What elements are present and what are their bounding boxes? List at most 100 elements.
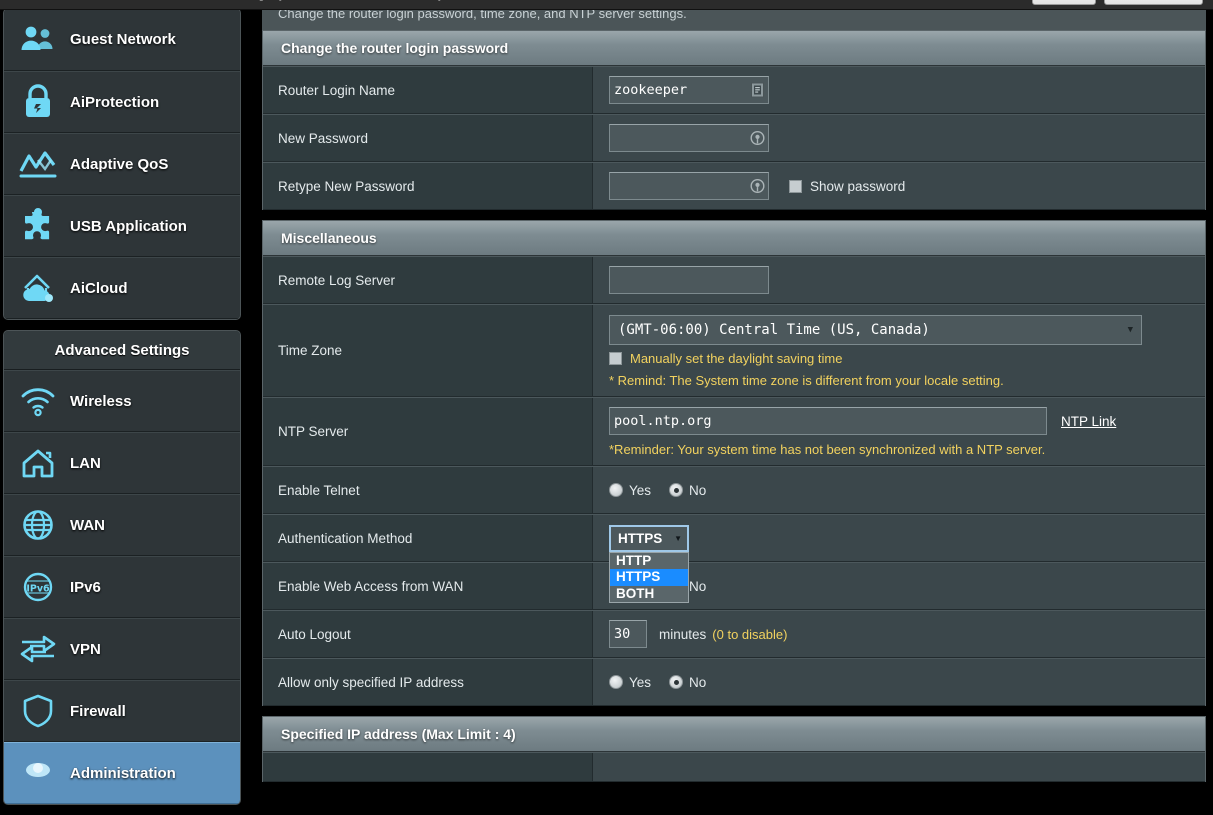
puzzle-piece-icon bbox=[16, 204, 60, 248]
specified-ip-panel: Specified IP address (Max Limit : 4) bbox=[262, 716, 1206, 782]
allow-ip-yes-label[interactable]: Yes bbox=[629, 675, 651, 690]
sidebar-item-aiprotection[interactable]: AiProtection bbox=[4, 71, 240, 133]
auto-logout-input[interactable] bbox=[609, 620, 647, 648]
globe-icon bbox=[16, 503, 60, 547]
sidebar: Guest Network AiProtection Adaptive QoS … bbox=[3, 8, 241, 815]
retype-password-label: Retype New Password bbox=[263, 163, 593, 209]
sidebar-item-wireless[interactable]: Wireless bbox=[4, 370, 240, 432]
sidebar-item-ipv6[interactable]: IPv6 IPv6 bbox=[4, 556, 240, 618]
sidebar-item-adaptive-qos[interactable]: Adaptive QoS bbox=[4, 133, 240, 195]
ntp-server-field: NTP Link *Reminder: Your system time has… bbox=[593, 398, 1205, 465]
web-access-no-label[interactable]: No bbox=[689, 579, 706, 594]
router-login-name-input[interactable] bbox=[609, 76, 769, 104]
ntp-remind-text: *Reminder: Your system time has not been… bbox=[609, 442, 1046, 457]
sidebar-item-aicloud[interactable]: AiCloud bbox=[4, 257, 240, 319]
chevron-down-icon: ▼ bbox=[1127, 325, 1133, 335]
show-password-label[interactable]: Show password bbox=[810, 179, 905, 194]
miscellaneous-panel: Miscellaneous Remote Log Server Time Zon… bbox=[262, 220, 1206, 706]
remote-log-server-input[interactable] bbox=[609, 266, 769, 294]
option-both[interactable]: BOTH bbox=[610, 586, 688, 603]
sidebar-item-guest-network[interactable]: Guest Network bbox=[4, 9, 240, 71]
specified-ip-field-cell bbox=[593, 753, 1205, 781]
retype-password-input[interactable] bbox=[609, 172, 769, 200]
time-zone-selected-value: (GMT-06:00) Central Time (US, Canada) bbox=[618, 322, 930, 338]
ntp-link[interactable]: NTP Link bbox=[1061, 414, 1116, 429]
retype-password-input-wrap bbox=[609, 172, 769, 200]
password-section-header: Change the router login password bbox=[263, 31, 1205, 66]
shield-icon bbox=[16, 689, 60, 733]
ntp-input-row: NTP Link bbox=[609, 407, 1116, 435]
shield-lock-icon bbox=[16, 80, 60, 124]
authentication-method-select-wrap: HTTPS ▼ HTTP HTTPS BOTH bbox=[609, 524, 689, 603]
retype-password-field: Show password bbox=[593, 163, 1205, 209]
telnet-no-label[interactable]: No bbox=[689, 483, 706, 498]
telnet-yes-label[interactable]: Yes bbox=[629, 483, 651, 498]
daylight-saving-checkbox[interactable] bbox=[609, 352, 622, 365]
lastpass-never-show-button[interactable]: Never Show bbox=[1104, 0, 1203, 5]
lastpass-generate-icon[interactable] bbox=[750, 178, 765, 195]
row-retype-password: Retype New Password Show password bbox=[263, 162, 1205, 210]
auto-logout-hint: (0 to disable) bbox=[712, 626, 788, 642]
sidebar-item-label: Guest Network bbox=[70, 31, 176, 48]
allow-ip-yes-radio[interactable] bbox=[609, 675, 623, 689]
sidebar-item-usb-application[interactable]: USB Application bbox=[4, 195, 240, 257]
sidebar-advanced-title: Advanced Settings bbox=[4, 331, 240, 370]
authentication-method-selected-value: HTTPS bbox=[618, 530, 663, 546]
allow-ip-radio-group: Yes No bbox=[609, 675, 718, 690]
lastpass-field-icon[interactable] bbox=[750, 82, 765, 99]
row-enable-telnet: Enable Telnet Yes No bbox=[263, 466, 1205, 514]
row-new-password: New Password bbox=[263, 114, 1205, 162]
sidebar-item-wan[interactable]: WAN bbox=[4, 494, 240, 556]
router-login-name-field bbox=[593, 67, 1205, 113]
sidebar-item-firewall[interactable]: Firewall bbox=[4, 680, 240, 742]
allow-specified-ip-label: Allow only specified IP address bbox=[263, 659, 593, 705]
auto-logout-label: Auto Logout bbox=[263, 611, 593, 657]
show-password-checkbox[interactable] bbox=[789, 179, 802, 193]
vpn-arrows-icon bbox=[16, 627, 60, 671]
new-password-label: New Password bbox=[263, 115, 593, 161]
daylight-saving-label[interactable]: Manually set the daylight saving time bbox=[630, 351, 842, 366]
chevron-down-icon: ▼ bbox=[674, 533, 682, 543]
option-https[interactable]: HTTPS bbox=[610, 569, 688, 586]
telnet-no-radio[interactable] bbox=[669, 483, 684, 497]
time-zone-select[interactable]: (GMT-06:00) Central Time (US, Canada) ▼ bbox=[609, 315, 1142, 345]
sidebar-item-label: Wireless bbox=[70, 392, 132, 410]
telnet-yes-radio[interactable] bbox=[609, 483, 623, 497]
sidebar-item-label: WAN bbox=[70, 516, 105, 534]
sidebar-item-lan[interactable]: LAN bbox=[4, 432, 240, 494]
ntp-server-input[interactable] bbox=[609, 407, 1047, 435]
lastpass-notification-bar: ...tPass to fill into basic authenticati… bbox=[0, 0, 1213, 10]
lastpass-generate-icon[interactable] bbox=[750, 130, 765, 147]
row-remote-log-server: Remote Log Server bbox=[263, 256, 1205, 304]
auto-logout-field: minutes (0 to disable) bbox=[593, 611, 1205, 657]
router-login-name-label: Router Login Name bbox=[263, 67, 593, 113]
sidebar-item-label: LAN bbox=[70, 454, 101, 472]
telnet-radio-group: Yes No bbox=[609, 483, 718, 498]
cloud-home-icon bbox=[16, 266, 60, 310]
login-name-input-wrap bbox=[609, 76, 769, 104]
guest-network-icon bbox=[16, 18, 60, 62]
lastpass-install-button[interactable]: Install bbox=[1031, 0, 1097, 5]
authentication-method-label: Authentication Method bbox=[263, 515, 593, 561]
sidebar-item-label: IPv6 bbox=[70, 578, 101, 596]
row-enable-web-access-wan: Enable Web Access from WAN Yes No bbox=[263, 562, 1205, 610]
row-ntp-server: NTP Server NTP Link *Reminder: Your syst… bbox=[263, 397, 1205, 466]
sidebar-item-administration[interactable]: Administration bbox=[4, 742, 240, 804]
row-router-login-name: Router Login Name bbox=[263, 66, 1205, 114]
allow-specified-ip-field: Yes No bbox=[593, 659, 1205, 705]
time-zone-field: (GMT-06:00) Central Time (US, Canada) ▼ … bbox=[593, 305, 1205, 396]
sidebar-item-label: AiCloud bbox=[70, 279, 128, 297]
sidebar-item-label: VPN bbox=[70, 640, 101, 658]
password-panel: Change the router login password Router … bbox=[262, 30, 1206, 210]
time-zone-remind-text: * Remind: The System time zone is differ… bbox=[609, 373, 1004, 388]
allow-ip-no-radio[interactable] bbox=[669, 675, 684, 689]
lastpass-message: ...tPass to fill into basic authenticati… bbox=[10, 0, 1024, 10]
option-http[interactable]: HTTP bbox=[610, 553, 688, 570]
authentication-method-option-list: HTTP HTTPS BOTH bbox=[609, 551, 689, 603]
sidebar-item-vpn[interactable]: VPN bbox=[4, 618, 240, 680]
miscellaneous-section-header: Miscellaneous bbox=[263, 221, 1205, 256]
home-icon bbox=[16, 441, 60, 485]
authentication-method-select[interactable]: HTTPS ▼ bbox=[609, 524, 689, 552]
allow-ip-no-label[interactable]: No bbox=[689, 675, 706, 690]
new-password-input[interactable] bbox=[609, 124, 769, 152]
